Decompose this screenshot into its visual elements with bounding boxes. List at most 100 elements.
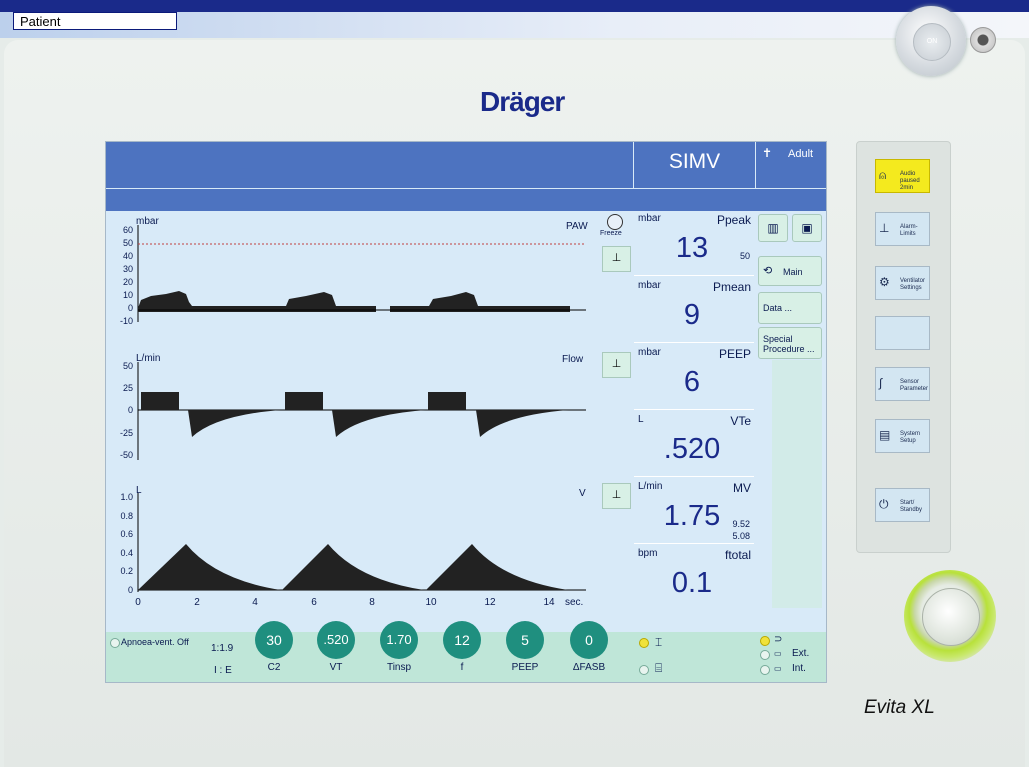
time-tick: 6 [311, 597, 317, 608]
start-standby-button[interactable]: ⏻ Start/ Standby [875, 488, 930, 522]
measured-name: PEEP [718, 347, 751, 361]
setting-knob-fasb[interactable]: 0 [570, 621, 608, 659]
setting-label: Tinsp [386, 662, 412, 673]
setting-label: f [460, 662, 464, 673]
scale-icon: ⊥ [611, 252, 622, 264]
system-setup-label: System Setup [900, 431, 921, 444]
sensor-parameter-button[interactable]: ∫ Sensor Parameter [875, 367, 930, 401]
alarm-limits-label: Alarm-Limits [900, 224, 918, 237]
screen-subheader [106, 188, 826, 211]
screen-icon: ▣ [801, 221, 813, 235]
special-procedure-button[interactable]: Special Procedure ... [758, 327, 822, 359]
menu-filler [772, 360, 822, 608]
setting-knob-f[interactable]: 12 [443, 621, 481, 659]
setting-knob-tinsp[interactable]: 1.70 [380, 621, 418, 659]
measured-value: 9 [683, 299, 701, 331]
ventilation-mode[interactable]: SIMV [633, 142, 755, 188]
setting-label: C2 [267, 662, 281, 673]
measured-ppeak[interactable]: mbar Ppeak 13 50 [634, 210, 754, 276]
flow-scale-button[interactable]: ⊥ [602, 352, 631, 378]
volume-unit: L [136, 485, 142, 496]
time-tick: 10 [425, 597, 437, 608]
data-label: Data ... [763, 303, 793, 313]
volume-ticks: 1.0 0.8 0.6 0.4 0.2 0 [120, 492, 133, 595]
measured-name: VTe [730, 414, 751, 428]
power-indicator-icon [970, 27, 996, 53]
patient-type[interactable]: ✝ Adult [755, 142, 827, 188]
time-tick: 4 [252, 597, 258, 608]
volume-tick: 0.6 [120, 529, 133, 539]
setting-knob-vt[interactable]: .520 [317, 621, 355, 659]
ventilator-settings-button[interactable]: ⚙ Ventilator Settings [875, 266, 930, 300]
time-tick: 8 [369, 597, 375, 608]
data-button[interactable]: Data ... [758, 292, 822, 324]
audio-paused-button[interactable]: ⍝ Audio paused 2min [875, 159, 930, 193]
paw-ticks: 60 50 40 30 20 10 0 -10 [120, 225, 133, 326]
measured-unit: mbar [638, 213, 661, 224]
battery-ext-icon: ▭ [774, 649, 782, 658]
hardware-key-panel: ⍝ Audio paused 2min ⊥ Alarm-Limits ⚙ Ven… [856, 141, 951, 553]
ventilator-screen: SIMV ✝ Adult mbar PAW 60 50 40 30 20 10 … [105, 141, 827, 683]
return-icon: ⟲ [763, 265, 773, 277]
measured-vte[interactable]: L VTe .520 [634, 411, 754, 477]
setting-knob-c2[interactable]: 30 [255, 621, 293, 659]
system-setup-button[interactable]: ▤ System Setup [875, 419, 930, 453]
blank-key[interactable] [875, 316, 930, 350]
time-ticks: 0 2 4 6 8 10 12 14 [135, 597, 555, 608]
measured-value: 6 [683, 366, 701, 398]
paw-scale-button[interactable]: ⊥ [602, 246, 631, 272]
measured-value: 13 [675, 232, 709, 264]
main-button[interactable]: ⟲ Main [758, 256, 822, 286]
volume-tick: 0.4 [120, 548, 133, 558]
int-label: Int. [792, 663, 806, 674]
power-lamp [760, 636, 770, 646]
model-name: Evita XL [864, 697, 935, 718]
volume-tick: 1.0 [120, 492, 133, 502]
limit-low: 5.08 [732, 531, 750, 541]
volume-scale-button[interactable]: ⊥ [602, 483, 631, 509]
setting-label: VT [329, 662, 343, 673]
apnoea-lamp [110, 638, 120, 648]
ventilator-icon: ⚙ [879, 275, 890, 289]
measured-name: Ppeak [716, 213, 751, 227]
measured-unit: L/min [638, 481, 663, 492]
setting-knob-peep[interactable]: 5 [506, 621, 544, 659]
measured-mv[interactable]: L/min MV 1.75 9.52 5.08 [634, 478, 754, 544]
flow-tick: 25 [123, 383, 133, 393]
int-lamp [760, 665, 770, 675]
apnoea-label[interactable]: Apnoea-vent. Off [121, 637, 189, 647]
volume-tick: 0 [128, 585, 133, 595]
settings-bar: Apnoea-vent. Off 1:1.9 I : E 30 C2 .520 … [106, 610, 826, 682]
measured-ftotal[interactable]: bpm ftotal 0.1 [634, 545, 754, 610]
single-view-button[interactable]: ▣ [792, 214, 822, 242]
scale-icon: ⊥ [611, 358, 622, 370]
numbers-view-button[interactable]: ▥ [758, 214, 788, 242]
special-procedure-label: Special Procedure ... [763, 334, 815, 354]
waveform-svg: mbar PAW 60 50 40 30 20 10 0 -10 L/min F… [120, 216, 588, 608]
audio-paused-label: Audio paused 2min [900, 171, 920, 191]
scale-icon: ⊥ [611, 489, 622, 501]
time-tick: 12 [484, 597, 496, 608]
rotary-knob[interactable] [904, 570, 996, 662]
measured-name: MV [733, 481, 751, 495]
bars-icon: ▥ [767, 221, 779, 235]
paw-unit: mbar [136, 216, 159, 227]
freeze-button[interactable]: Freeze [600, 214, 628, 240]
system-icon: ▤ [879, 428, 891, 442]
paw-tick: 50 [123, 238, 133, 248]
status-lamp [639, 638, 649, 648]
power-icon: ⏻ [879, 497, 889, 511]
patient-tab[interactable]: Patient [13, 12, 177, 30]
time-unit: sec. [565, 597, 583, 608]
measured-name: ftotal [724, 548, 751, 562]
top-bar [0, 0, 1029, 12]
setting-label: PEEP [511, 662, 539, 673]
alarm-limits-button[interactable]: ⊥ Alarm-Limits [875, 212, 930, 246]
right-menu: ▥ ▣ ⟲ Main Data ... Special Procedure ..… [756, 210, 826, 610]
sensor-icon: ∫ [879, 376, 883, 390]
brand-logo: Dräger [480, 86, 565, 117]
time-tick: 0 [135, 597, 141, 608]
measured-pmean[interactable]: mbar Pmean 9 [634, 277, 754, 343]
measured-peep[interactable]: mbar PEEP 6 [634, 344, 754, 410]
on-button[interactable]: ON [896, 6, 966, 76]
